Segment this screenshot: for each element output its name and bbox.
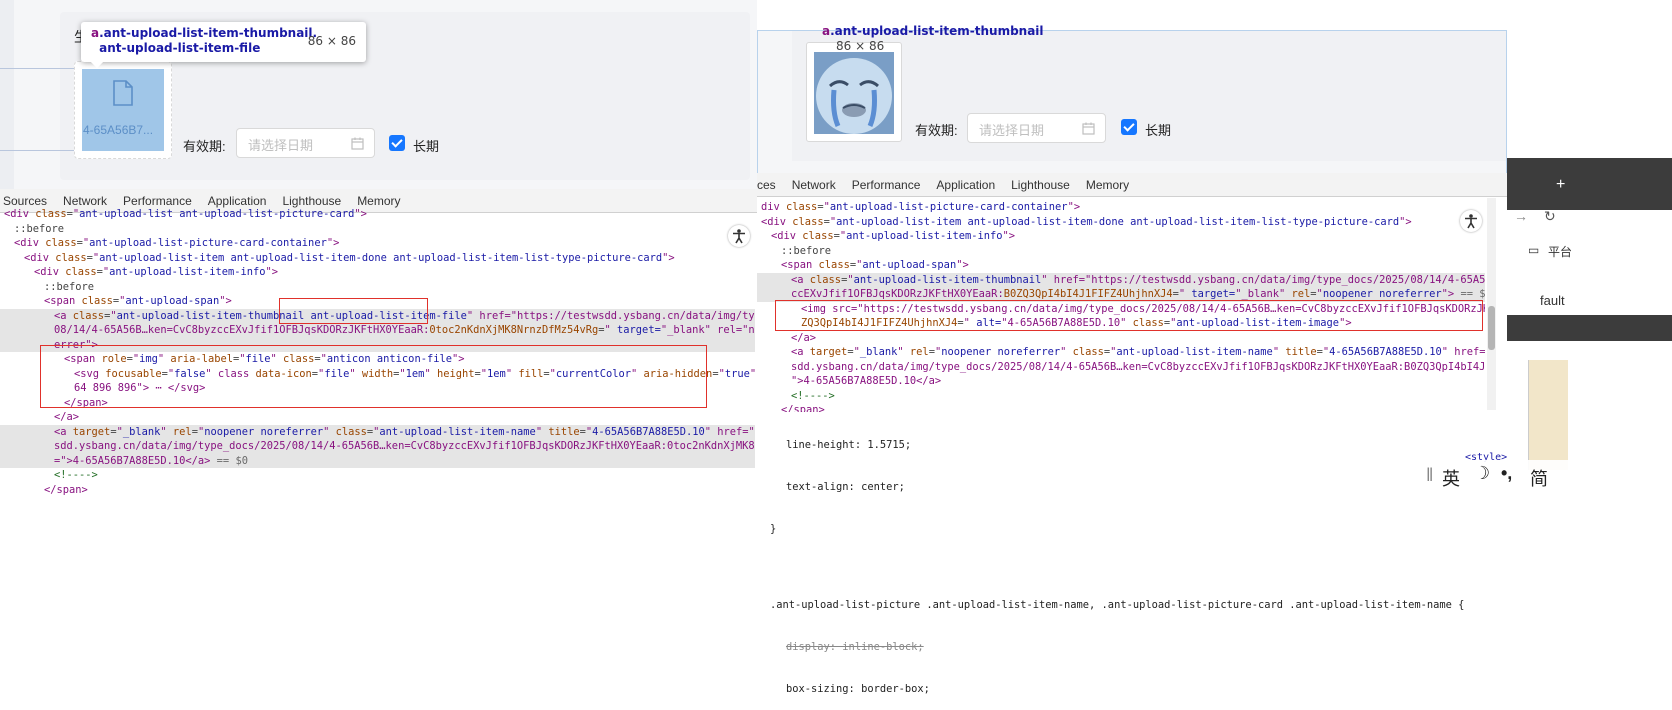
dark-strip	[1507, 315, 1672, 341]
dom-node-line[interactable]: <div class="ant-upload-list-item ant-upl…	[0, 251, 755, 266]
dom-node-line[interactable]: <div class="ant-upload-list-item-info">	[757, 229, 1485, 244]
devtools-tab-performance[interactable]: Performance	[844, 178, 929, 192]
dom-node-line[interactable]: <span class="ant-upload-span">	[757, 258, 1485, 273]
dom-node-line[interactable]: <div class="ant-upload-list-item-info">	[0, 265, 755, 280]
element-inspect-tooltip-right: a.ant-upload-list-item-thumbnail 86 × 86	[812, 22, 1086, 53]
dom-node-line[interactable]: sdd.ysbang.cn/data/img/type_docs/2025/08…	[757, 360, 1485, 375]
bookmark-folder-label[interactable]: 平台	[1548, 243, 1572, 260]
dom-node-line[interactable]: <div class="ant-upload-list-item ant-upl…	[757, 215, 1485, 230]
style-line: display: inline-block;	[786, 641, 924, 653]
calendar-icon	[351, 137, 364, 153]
style-line: text-align: center;	[786, 481, 905, 493]
dom-node-line[interactable]: ">4-65A56B7A88E5D.10</a>	[757, 374, 1485, 389]
side-panel-strip	[1528, 360, 1568, 470]
date-placeholder: 请选择日期	[979, 123, 1045, 138]
dom-node-line[interactable]: <div class="ant-upload-list-picture-card…	[0, 236, 755, 251]
validity-label: 有效期:	[915, 123, 958, 138]
ime-moon-icon[interactable]: ☽	[1474, 463, 1490, 484]
date-picker-input[interactable]: 请选择日期	[967, 113, 1106, 143]
default-strip	[1507, 285, 1672, 315]
dom-node-line[interactable]: div class="ant-upload-list-picture-card-…	[757, 200, 1485, 215]
long-term-checkbox[interactable]	[389, 135, 405, 151]
devtools-tab-application[interactable]: Application	[928, 178, 1003, 192]
new-tab-icon[interactable]: +	[1556, 176, 1565, 194]
tooltip-classes: .ant-upload-list-item-thumbnail	[830, 24, 1044, 38]
devtools-tab-memory[interactable]: Memory	[349, 194, 408, 208]
dom-scrollbar-thumb[interactable]	[1488, 306, 1495, 350]
ime-punctuation[interactable]: •,	[1501, 463, 1512, 484]
element-inspect-tooltip: a.ant-upload-list-item-thumbnail.ant-upl…	[81, 22, 366, 62]
style-line: box-sizing: border-box;	[786, 683, 930, 695]
style-line: }	[770, 523, 777, 535]
devtools-tab-application[interactable]: Application	[200, 194, 275, 208]
dom-node-line[interactable]: <div class="ant-upload-list ant-upload-l…	[0, 207, 755, 222]
dom-node-line[interactable]: <a class="ant-upload-list-item-thumbnail…	[757, 272, 1485, 287]
tooltip-size: 86 × 86	[307, 34, 356, 48]
date-placeholder: 请选择日期	[248, 138, 314, 153]
annotation-box	[775, 300, 1483, 331]
dom-node-line[interactable]: </a>	[757, 331, 1485, 346]
annotation-box	[40, 345, 707, 408]
file-name-text[interactable]: 4-65A56B7...	[83, 123, 153, 137]
long-term-label: 长期	[413, 139, 440, 154]
tooltip-tag: a	[91, 26, 100, 40]
crying-face-image	[814, 52, 894, 137]
dom-node-line[interactable]: ::before	[0, 280, 755, 295]
tooltip-classes: .ant-upload-list-item-thumbnail.ant-uplo…	[99, 26, 318, 55]
browser-toolbar	[1507, 210, 1672, 240]
dom-node-line[interactable]: ::before	[0, 222, 755, 237]
devtools-tab-sources[interactable]: Sources	[0, 194, 55, 208]
default-text: fault	[1540, 293, 1565, 308]
dom-node-line[interactable]: <!---->	[757, 389, 1485, 404]
left-edge-stripe	[0, 0, 14, 200]
devtools-tab-bar-right: ces Network Performance Application Ligh…	[757, 173, 1507, 197]
tooltip-size: 86 × 86	[836, 39, 885, 53]
long-term-label: 长期	[1145, 123, 1172, 138]
calendar-icon	[1082, 122, 1095, 138]
forward-icon[interactable]: →	[1514, 208, 1528, 224]
dom-scrollbar[interactable]	[1487, 198, 1496, 410]
bookmark-folder-icon[interactable]: ▭	[1528, 243, 1539, 257]
devtools-tab-memory[interactable]: Memory	[1078, 178, 1137, 192]
ime-handle[interactable]: ‖	[1426, 465, 1433, 486]
dom-node-line[interactable]: </span>	[0, 483, 755, 498]
annotation-box	[279, 298, 428, 324]
dom-node-line[interactable]: <a target="_blank" rel="noopener norefer…	[0, 424, 755, 439]
validity-label: 有效期:	[183, 139, 226, 154]
styles-pane: line-height: 1.5715; text-align: center;…	[770, 410, 1510, 710]
ime-language[interactable]: 英	[1442, 465, 1460, 491]
devtools-tab-lighthouse[interactable]: Lighthouse	[274, 194, 349, 208]
dom-node-line[interactable]: <!---->	[0, 468, 755, 483]
dom-node-line[interactable]: ::before	[757, 244, 1485, 259]
devtools-tab-sources[interactable]: ces	[757, 178, 784, 192]
devtools-tab-network[interactable]: Network	[784, 178, 844, 192]
style-line: line-height: 1.5715;	[786, 439, 912, 451]
tooltip-tag: a	[822, 24, 831, 38]
devtools-tab-performance[interactable]: Performance	[115, 194, 200, 208]
dom-node-line[interactable]: <a target="_blank" rel="noopener norefer…	[757, 345, 1485, 360]
file-icon	[112, 80, 134, 109]
guide-line	[0, 150, 76, 151]
dom-node-line[interactable]: 08/14/4-65A56B…ken=CvC8byzccEXvJfif1OFBJ…	[0, 323, 755, 338]
long-term-checkbox[interactable]	[1121, 119, 1137, 135]
accessibility-icon[interactable]	[728, 225, 750, 247]
devtools-tab-lighthouse[interactable]: Lighthouse	[1003, 178, 1078, 192]
dom-node-line[interactable]: sdd.ysbang.cn/data/img/type_docs/2025/08…	[0, 439, 755, 454]
date-picker-input[interactable]: 请选择日期	[236, 128, 375, 158]
dom-node-line[interactable]: </a>	[0, 410, 755, 425]
guide-line	[0, 68, 76, 69]
style-selector: .ant-upload-list-picture .ant-upload-lis…	[770, 599, 1465, 611]
accessibility-icon[interactable]	[1460, 210, 1482, 232]
reload-icon[interactable]: ↻	[1544, 208, 1556, 225]
browser-titlebar	[1507, 158, 1672, 210]
ime-simplified[interactable]: 简	[1530, 465, 1548, 491]
dom-node-line[interactable]: =">4-65A56B7A88E5D.10</a> == $0	[0, 453, 755, 468]
devtools-tab-network[interactable]: Network	[55, 194, 115, 208]
